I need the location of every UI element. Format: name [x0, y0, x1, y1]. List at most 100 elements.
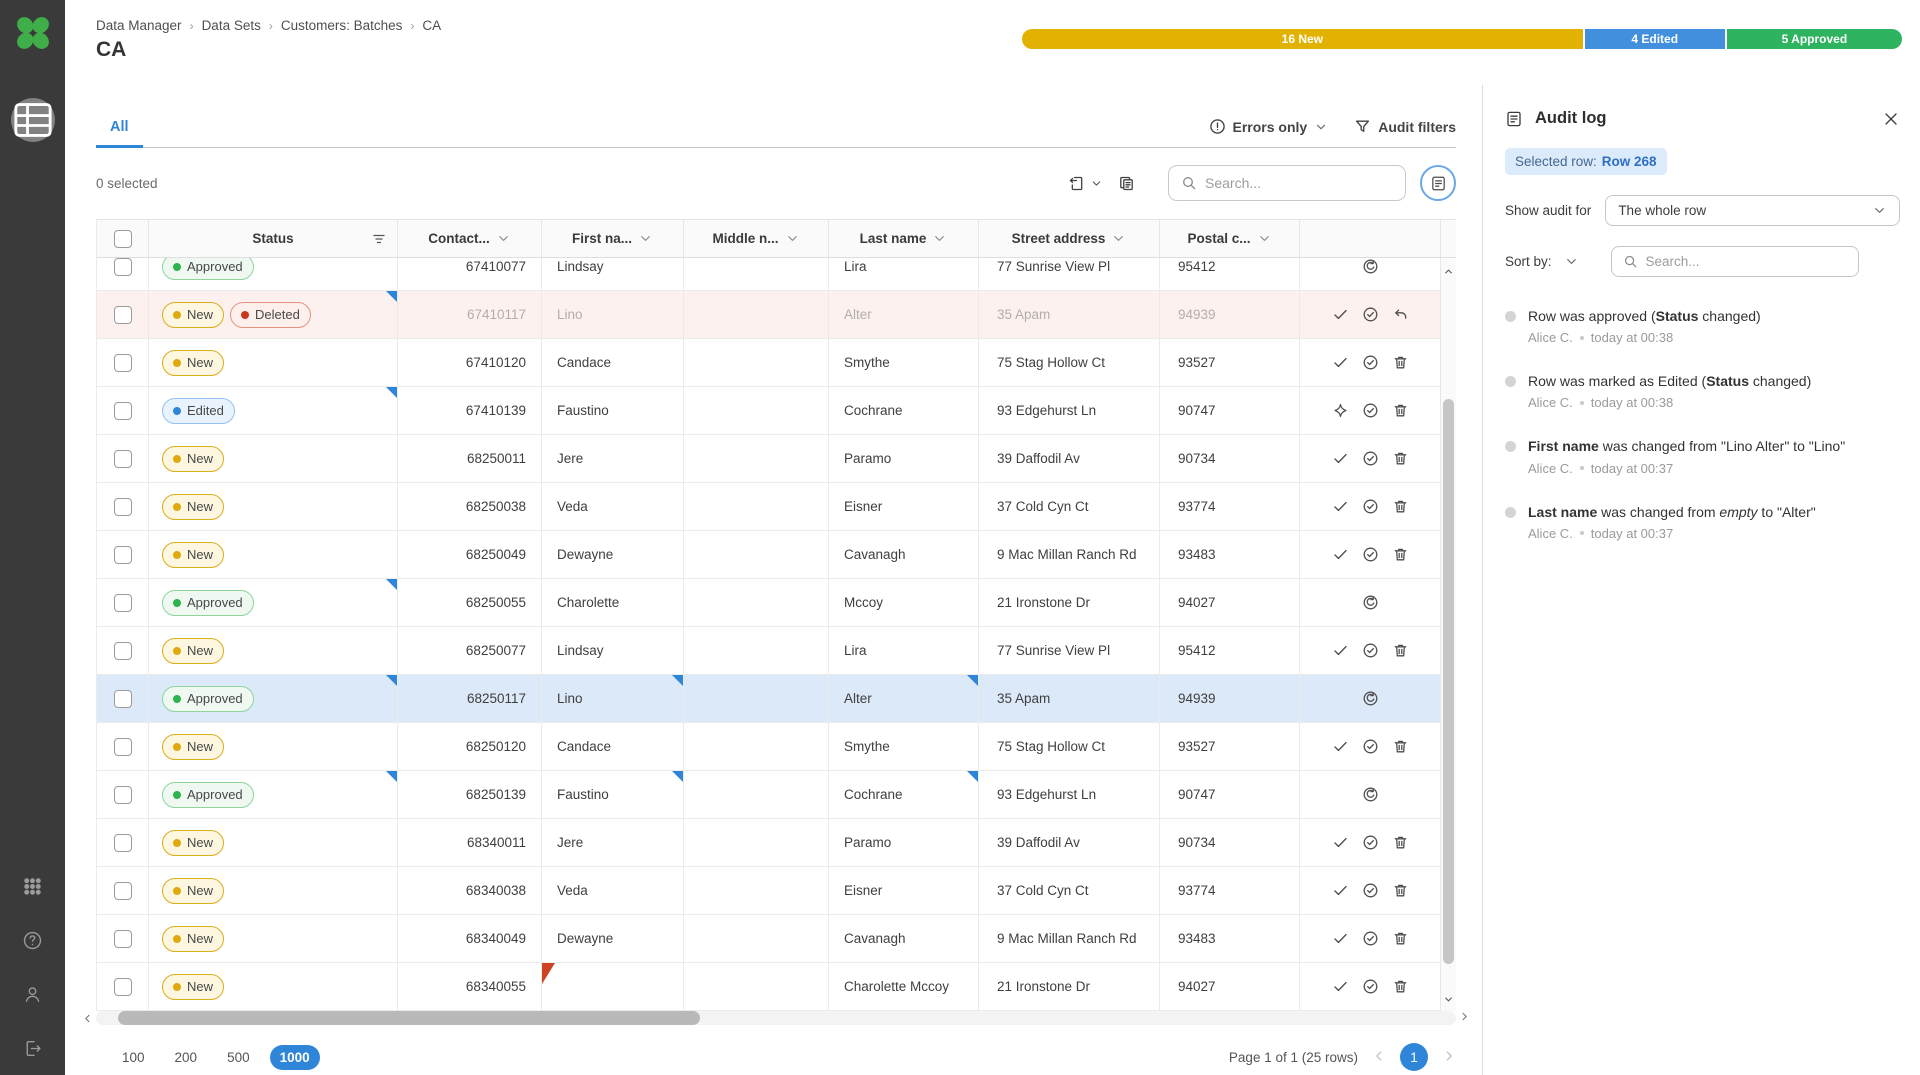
- postal-code-cell[interactable]: 93774: [1160, 867, 1300, 914]
- first-name-cell[interactable]: Veda: [542, 483, 684, 530]
- street-address-cell[interactable]: 21 Ironstone Dr: [979, 579, 1160, 626]
- approve-icon[interactable]: [1332, 546, 1349, 563]
- street-address-cell[interactable]: 77 Sunrise View Pl: [979, 258, 1160, 290]
- middle-name-cell[interactable]: [684, 531, 829, 578]
- revert-icon[interactable]: [1392, 306, 1409, 323]
- scroll-left-arrow[interactable]: [82, 1011, 93, 1025]
- table-search-input[interactable]: [1205, 175, 1393, 191]
- contact-cell[interactable]: 67410117: [398, 291, 542, 338]
- approve-icon[interactable]: [1332, 834, 1349, 851]
- postal-code-cell[interactable]: 93774: [1160, 483, 1300, 530]
- last-name-cell[interactable]: Lira: [829, 627, 979, 674]
- page-size-100[interactable]: 100: [112, 1045, 155, 1070]
- contact-cell[interactable]: 68250117: [398, 675, 542, 722]
- verify-icon[interactable]: [1362, 882, 1379, 899]
- delete-icon[interactable]: [1392, 882, 1409, 899]
- street-address-cell[interactable]: 9 Mac Millan Ranch Rd: [979, 915, 1160, 962]
- table-row[interactable]: New68250011JereParamo39 Daffodil Av90734: [97, 435, 1456, 483]
- horizontal-scrollbar[interactable]: [96, 1011, 1456, 1025]
- contact-cell[interactable]: 68340055: [398, 963, 542, 1010]
- verify-icon[interactable]: [1362, 930, 1379, 947]
- postal-code-cell[interactable]: 94027: [1160, 963, 1300, 1010]
- contact-cell[interactable]: 68250139: [398, 771, 542, 818]
- verify-icon[interactable]: [1362, 306, 1379, 323]
- apps-grid-icon[interactable]: [22, 876, 43, 897]
- table-row[interactable]: New68340038VedaEisner37 Cold Cyn Ct93774: [97, 867, 1456, 915]
- history-icon[interactable]: [1362, 258, 1379, 275]
- next-page-button[interactable]: [1442, 1049, 1456, 1066]
- chevron-down-icon[interactable]: [1257, 231, 1272, 246]
- postal-code-cell[interactable]: 93483: [1160, 531, 1300, 578]
- middle-name-cell[interactable]: [684, 675, 829, 722]
- last-name-cell[interactable]: Cavanagh: [829, 531, 979, 578]
- street-address-cell[interactable]: 75 Stag Hollow Ct: [979, 339, 1160, 386]
- breadcrumb-item[interactable]: Data Sets: [202, 18, 261, 33]
- street-address-cell[interactable]: 37 Cold Cyn Ct: [979, 867, 1160, 914]
- breadcrumb-item[interactable]: Customers: Batches: [281, 18, 403, 33]
- contact-cell[interactable]: 68340011: [398, 819, 542, 866]
- column-header-last[interactable]: Last name: [829, 220, 979, 257]
- row-checkbox[interactable]: [114, 402, 132, 420]
- table-row[interactable]: New68340049DewayneCavanagh9 Mac Millan R…: [97, 915, 1456, 963]
- row-checkbox[interactable]: [114, 738, 132, 756]
- column-header-status[interactable]: Status: [149, 220, 398, 257]
- verify-icon[interactable]: [1362, 546, 1379, 563]
- approve-icon[interactable]: [1332, 450, 1349, 467]
- audit-log-toggle[interactable]: [1420, 165, 1456, 201]
- postal-code-cell[interactable]: 93527: [1160, 723, 1300, 770]
- tab-all[interactable]: All: [96, 119, 143, 148]
- first-name-cell[interactable]: Veda: [542, 867, 684, 914]
- last-name-cell[interactable]: Charolette Mccoy: [829, 963, 979, 1010]
- postal-code-cell[interactable]: 90734: [1160, 819, 1300, 866]
- approve-icon[interactable]: [1332, 738, 1349, 755]
- show-audit-for-select[interactable]: The whole row: [1605, 195, 1900, 226]
- delete-icon[interactable]: [1392, 402, 1409, 419]
- column-header-contact[interactable]: Contact...: [398, 220, 542, 257]
- columns-button[interactable]: [1117, 174, 1136, 193]
- table-row[interactable]: Approved68250055CharoletteMccoy21 Ironst…: [97, 579, 1456, 627]
- first-name-cell[interactable]: Lino: [542, 675, 684, 722]
- row-checkbox[interactable]: [114, 642, 132, 660]
- contact-cell[interactable]: 68250011: [398, 435, 542, 482]
- middle-name-cell[interactable]: [684, 579, 829, 626]
- breadcrumb-item[interactable]: Data Manager: [96, 18, 182, 33]
- first-name-cell[interactable]: Faustino: [542, 387, 684, 434]
- delete-icon[interactable]: [1392, 930, 1409, 947]
- postal-code-cell[interactable]: 90747: [1160, 387, 1300, 434]
- verify-icon[interactable]: [1362, 354, 1379, 371]
- middle-name-cell[interactable]: [684, 291, 829, 338]
- verify-icon[interactable]: [1362, 642, 1379, 659]
- delete-icon[interactable]: [1392, 978, 1409, 995]
- table-row[interactable]: Approved68250139FaustinoCochrane93 Edgeh…: [97, 771, 1456, 819]
- row-checkbox[interactable]: [114, 930, 132, 948]
- row-checkbox[interactable]: [114, 354, 132, 372]
- delete-icon[interactable]: [1392, 738, 1409, 755]
- profile-icon[interactable]: [22, 984, 43, 1005]
- approve-icon[interactable]: [1332, 882, 1349, 899]
- scroll-up-arrow[interactable]: [1441, 263, 1456, 279]
- contact-cell[interactable]: 67410139: [398, 387, 542, 434]
- street-address-cell[interactable]: 75 Stag Hollow Ct: [979, 723, 1160, 770]
- middle-name-cell[interactable]: [684, 258, 829, 290]
- table-row[interactable]: New67410120CandaceSmythe75 Stag Hollow C…: [97, 339, 1456, 387]
- table-row[interactable]: New68250038VedaEisner37 Cold Cyn Ct93774: [97, 483, 1456, 531]
- last-name-cell[interactable]: Smythe: [829, 723, 979, 770]
- vertical-scroll-thumb[interactable]: [1443, 399, 1454, 964]
- app-logo[interactable]: [0, 0, 65, 65]
- row-checkbox[interactable]: [114, 546, 132, 564]
- middle-name-cell[interactable]: [684, 771, 829, 818]
- last-name-cell[interactable]: Eisner: [829, 867, 979, 914]
- first-name-cell[interactable]: Lino: [542, 291, 684, 338]
- street-address-cell[interactable]: 39 Daffodil Av: [979, 819, 1160, 866]
- postal-code-cell[interactable]: 94939: [1160, 291, 1300, 338]
- sort-by-dropdown[interactable]: [1564, 254, 1579, 269]
- approve-icon[interactable]: [1332, 930, 1349, 947]
- postal-code-cell[interactable]: 90734: [1160, 435, 1300, 482]
- postal-code-cell[interactable]: 95412: [1160, 258, 1300, 290]
- postal-code-cell[interactable]: 93527: [1160, 339, 1300, 386]
- page-size-1000[interactable]: 1000: [270, 1045, 320, 1070]
- first-name-cell[interactable]: Candace: [542, 723, 684, 770]
- first-name-cell[interactable]: Jere: [542, 435, 684, 482]
- street-address-cell[interactable]: 93 Edgehurst Ln: [979, 771, 1160, 818]
- street-address-cell[interactable]: 35 Apam: [979, 291, 1160, 338]
